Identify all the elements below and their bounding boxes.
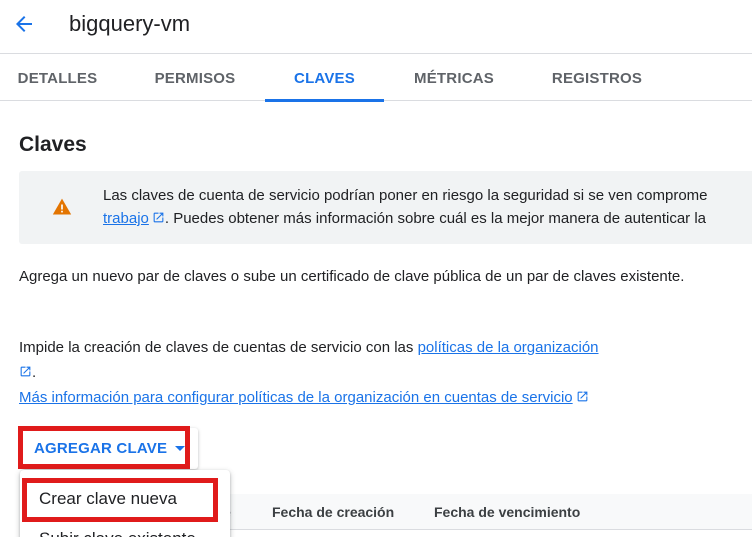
arrow-back-icon <box>16 16 32 32</box>
warning-icon <box>52 198 72 215</box>
external-link-icon <box>153 212 164 223</box>
policy-text-prefix: Impide la creación de claves de cuentas … <box>19 339 418 356</box>
page-title: bigquery-vm <box>69 11 191 36</box>
external-link-icon <box>577 391 588 402</box>
warning-line-2: trabajo . Puedes obtener más información … <box>103 207 752 230</box>
tab-permissions[interactable]: PERMISOS <box>138 55 252 101</box>
warning-line-1: Las claves de cuenta de servicio podrían… <box>103 187 708 204</box>
policy-period: . <box>32 364 37 381</box>
section-title: Claves <box>19 133 87 156</box>
warning-line-2-text: . Puedes obtener más información sobre c… <box>164 210 706 227</box>
policy-text: Impide la creación de claves de cuentas … <box>19 335 699 410</box>
intro-text: Agrega un nuevo par de claves o sube un … <box>19 268 685 285</box>
warning-banner: Las claves de cuenta de servicio podrían… <box>19 171 752 244</box>
tab-details[interactable]: DETALLES <box>0 55 115 101</box>
more-info-link[interactable]: Más información para configurar política… <box>19 389 573 406</box>
add-key-menu: Crear clave nueva Subir clave existente <box>20 470 230 537</box>
menu-item-upload-key[interactable]: Subir clave existente <box>20 521 230 537</box>
caret-down-icon <box>175 446 186 451</box>
tab-metrics[interactable]: MÉTRICAS <box>398 55 510 101</box>
column-header-created[interactable]: Fecha de creación <box>272 494 394 530</box>
add-key-button[interactable]: AGREGAR CLAVE <box>22 428 198 469</box>
back-button[interactable] <box>9 9 39 39</box>
tab-keys[interactable]: CLAVES <box>265 55 384 102</box>
menu-item-create-key[interactable]: Crear clave nueva <box>20 481 230 517</box>
warning-text: Las claves de cuenta de servicio podrían… <box>103 184 752 230</box>
column-header-expires[interactable]: Fecha de vencimiento <box>434 494 580 530</box>
work-link[interactable]: trabajo <box>103 210 149 227</box>
external-link-icon <box>20 366 31 377</box>
org-policies-link[interactable]: políticas de la organización <box>418 339 599 356</box>
add-key-label: AGREGAR CLAVE <box>34 440 168 457</box>
tab-bar: DETALLES PERMISOS CLAVES MÉTRICAS REGIST… <box>0 55 752 102</box>
top-bar: bigquery-vm <box>0 0 752 54</box>
tab-logs[interactable]: REGISTROS <box>537 55 657 101</box>
keys-table-header: e Fecha de creación Fecha de vencimiento <box>223 494 752 530</box>
